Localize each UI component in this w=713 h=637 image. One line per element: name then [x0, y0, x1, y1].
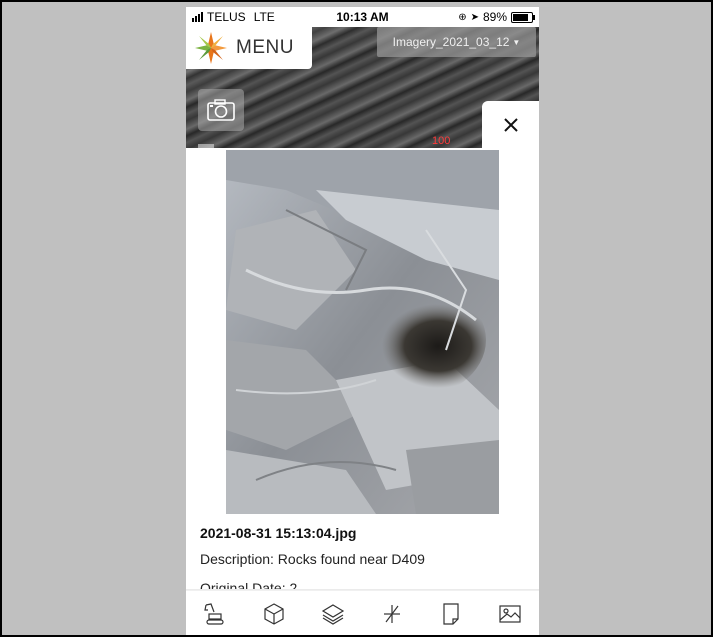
camera-icon: [207, 99, 235, 121]
location-arrow-icon: ➤: [470, 11, 479, 23]
layers-tool-button[interactable]: [318, 599, 348, 629]
measure-tool-button[interactable]: [377, 599, 407, 629]
phone-screen: TELUS LTE 10:13 AM ⊕ ➤ 89% MENU Imagery_…: [186, 7, 539, 635]
camera-button[interactable]: [198, 89, 244, 131]
close-icon: [503, 118, 518, 132]
excavator-icon: [204, 602, 225, 625]
cube-icon: [264, 602, 284, 625]
bottom-toolbar: [186, 590, 539, 635]
menu-label: MENU: [236, 37, 294, 58]
imagery-selected-value: Imagery_2021_03_12: [392, 35, 510, 49]
app-logo-icon: [195, 32, 227, 64]
photo-description: Description: Rocks found near D409: [200, 551, 425, 567]
measure-icon: [383, 604, 400, 623]
imagery-dropdown[interactable]: Imagery_2021_03_12 ▼: [377, 27, 536, 57]
image-tool-button[interactable]: [495, 599, 525, 629]
photo-image[interactable]: [226, 150, 499, 514]
menu-button[interactable]: MENU: [186, 27, 312, 69]
close-button[interactable]: [482, 101, 539, 149]
rock-photo-illustration: [226, 150, 499, 514]
excavator-tool-button[interactable]: [200, 599, 230, 629]
caret-down-icon: ▼: [512, 37, 521, 47]
photo-popup: 2021-08-31 15:13:04.jpg Description: Roc…: [186, 148, 539, 593]
document-icon: [443, 602, 459, 625]
photo-filename: 2021-08-31 15:13:04.jpg: [200, 525, 357, 541]
3d-tool-button[interactable]: [259, 599, 289, 629]
scale-label: 100: [432, 135, 451, 147]
location-lock-icon: ⊕: [458, 11, 467, 23]
document-tool-button[interactable]: [436, 599, 466, 629]
image-icon: [498, 604, 521, 623]
layers-icon: [321, 603, 345, 625]
photo-original-date: Original Date: 2: [200, 580, 298, 589]
battery-icon: [511, 11, 535, 23]
battery-percent: 89%: [482, 10, 507, 24]
status-bar: TELUS LTE 10:13 AM ⊕ ➤ 89%: [186, 7, 539, 27]
